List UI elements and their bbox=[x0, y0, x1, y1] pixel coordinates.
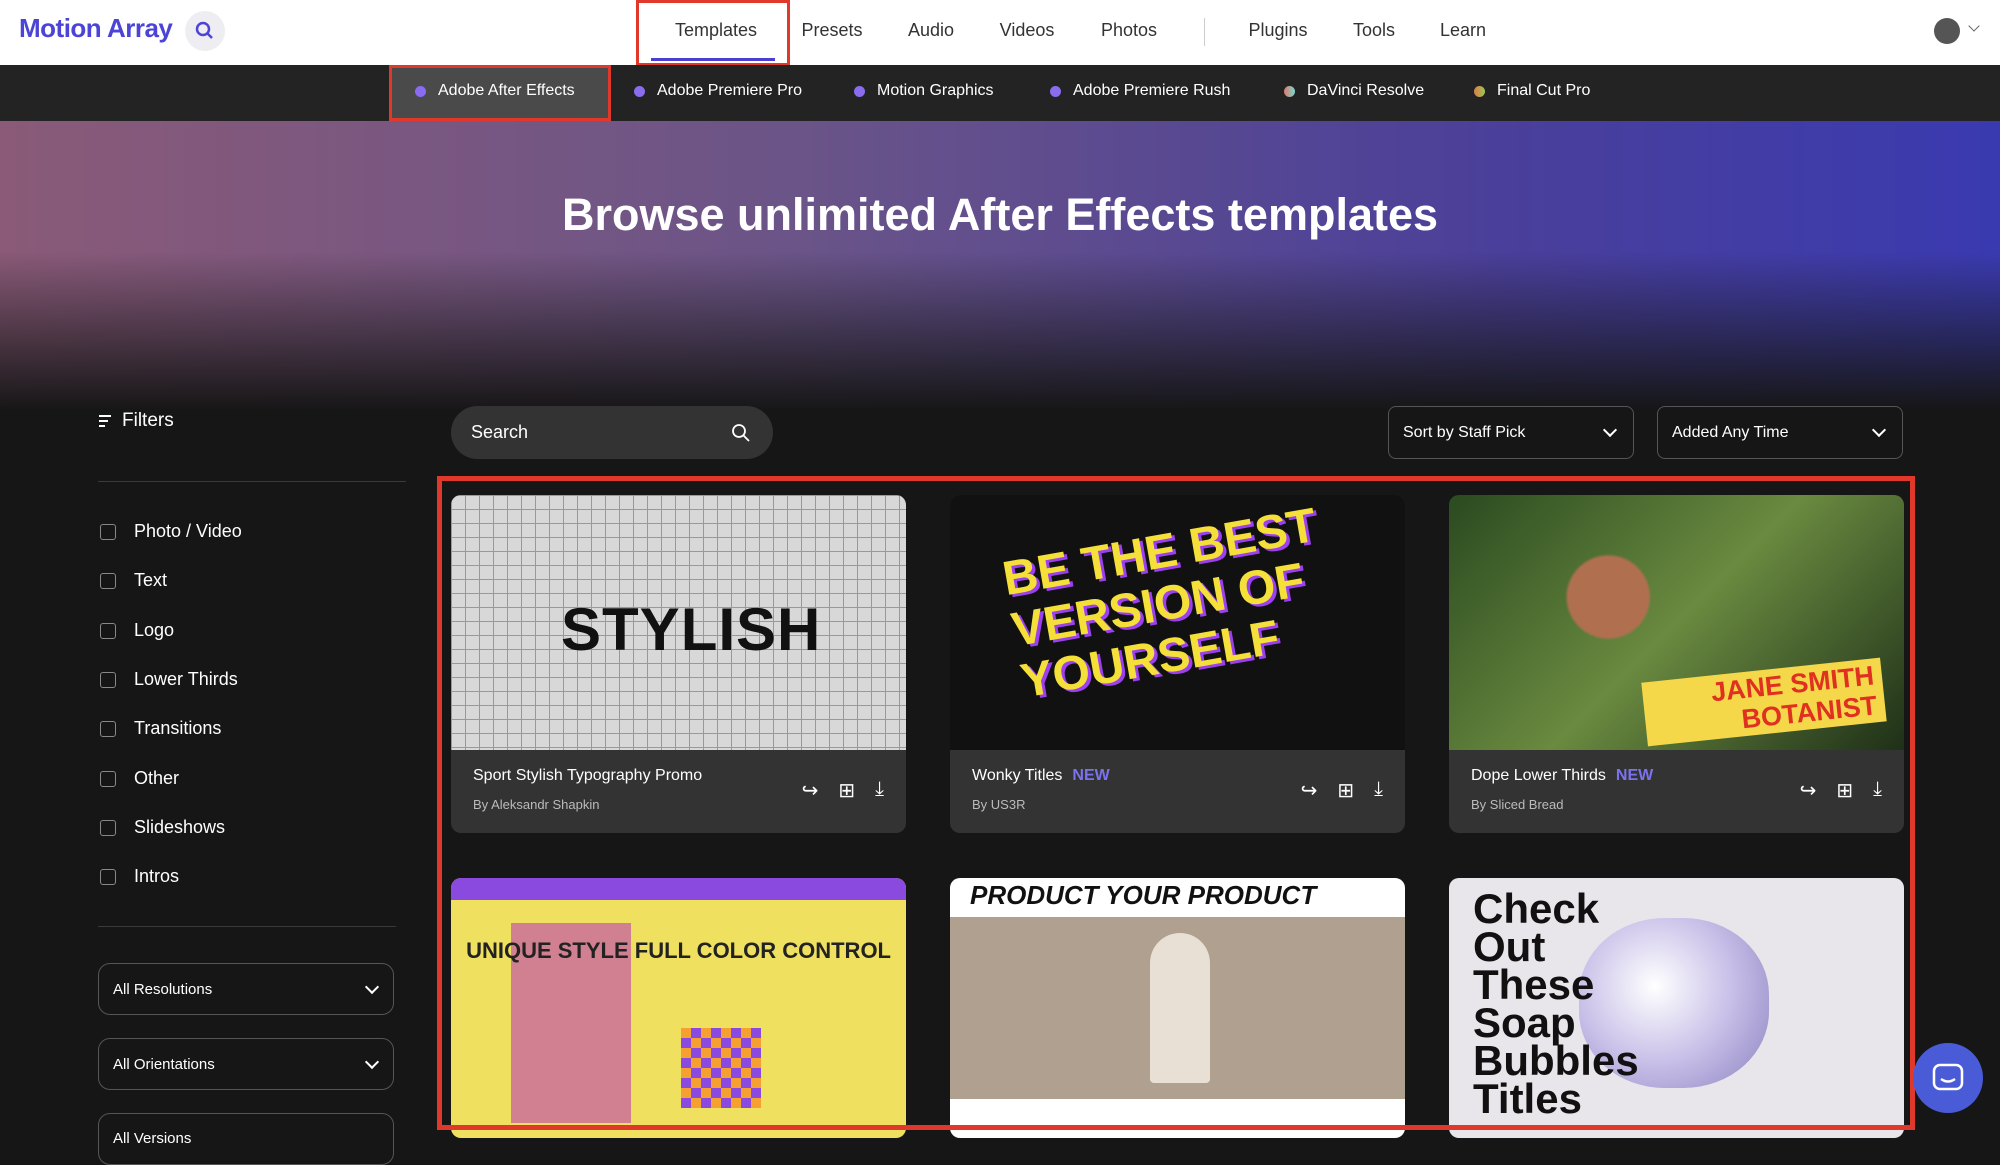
select-value: All Versions bbox=[113, 1130, 191, 1147]
subnav-label: DaVinci Resolve bbox=[1307, 82, 1424, 100]
header-search-button[interactable] bbox=[185, 11, 225, 51]
logo[interactable]: Motion Array bbox=[19, 13, 172, 44]
highlight-box bbox=[437, 476, 1915, 1130]
dot-icon bbox=[1474, 86, 1485, 97]
filter-text[interactable]: Text bbox=[100, 570, 167, 591]
chat-icon bbox=[1932, 1063, 1964, 1093]
nav-photos[interactable]: Photos bbox=[1101, 20, 1157, 41]
subnav-after-effects[interactable]: Adobe After Effects bbox=[415, 82, 575, 100]
nav-tools[interactable]: Tools bbox=[1353, 20, 1395, 41]
chevron-down-icon bbox=[365, 979, 379, 993]
nav-videos[interactable]: Videos bbox=[1000, 20, 1055, 41]
subnav-label: Adobe Premiere Rush bbox=[1073, 82, 1230, 100]
checkbox[interactable] bbox=[100, 771, 116, 787]
subnav-premiere-pro[interactable]: Adobe Premiere Pro bbox=[634, 82, 802, 100]
hero-title: Browse unlimited After Effects templates bbox=[0, 189, 2000, 241]
select-value: All Orientations bbox=[113, 1056, 215, 1073]
checkbox-label: Slideshows bbox=[134, 817, 225, 838]
orientation-select[interactable]: All Orientations bbox=[98, 1038, 394, 1090]
filter-logo[interactable]: Logo bbox=[100, 620, 174, 641]
software-subnav: Adobe After Effects Adobe Premiere Pro M… bbox=[0, 65, 2000, 121]
sort-select[interactable]: Sort by Staff Pick bbox=[1388, 406, 1634, 459]
subnav-final-cut-pro[interactable]: Final Cut Pro bbox=[1474, 82, 1590, 100]
filter-icon bbox=[98, 414, 112, 428]
dot-icon bbox=[634, 86, 645, 97]
chat-button[interactable] bbox=[1913, 1043, 1983, 1113]
nav-plugins[interactable]: Plugins bbox=[1248, 20, 1307, 41]
checkbox-label: Other bbox=[134, 768, 179, 789]
dot-icon bbox=[1284, 86, 1295, 97]
checkbox[interactable] bbox=[100, 573, 116, 589]
resolution-select[interactable]: All Resolutions bbox=[98, 963, 394, 1015]
checkbox-label: Transitions bbox=[134, 718, 221, 739]
chevron-down-icon bbox=[365, 1054, 379, 1068]
top-header: Motion Array Templates Presets Audio Vid… bbox=[0, 0, 2000, 65]
checkbox[interactable] bbox=[100, 820, 116, 836]
search-placeholder: Search bbox=[471, 422, 528, 443]
user-avatar-icon[interactable] bbox=[1934, 18, 1960, 44]
dot-icon bbox=[854, 86, 865, 97]
subnav-davinci-resolve[interactable]: DaVinci Resolve bbox=[1284, 82, 1424, 100]
select-value: Added Any Time bbox=[1672, 424, 1789, 442]
checkbox[interactable] bbox=[100, 672, 116, 688]
nav-divider bbox=[1204, 18, 1205, 46]
search-icon bbox=[185, 11, 225, 51]
filter-slideshows[interactable]: Slideshows bbox=[100, 817, 225, 838]
subnav-label: Adobe Premiere Pro bbox=[657, 82, 802, 100]
subnav-label: Final Cut Pro bbox=[1497, 82, 1590, 100]
chevron-down-icon bbox=[1872, 423, 1886, 437]
filter-lower-thirds[interactable]: Lower Thirds bbox=[100, 669, 238, 690]
nav-audio[interactable]: Audio bbox=[908, 20, 954, 41]
chevron-down-icon bbox=[1603, 423, 1617, 437]
checkbox-label: Text bbox=[134, 570, 167, 591]
filter-intros[interactable]: Intros bbox=[100, 866, 179, 887]
active-tab-underline bbox=[651, 58, 775, 61]
time-select[interactable]: Added Any Time bbox=[1657, 406, 1903, 459]
version-select[interactable]: All Versions bbox=[98, 1113, 394, 1165]
nav-presets[interactable]: Presets bbox=[801, 20, 862, 41]
checkbox-label: Photo / Video bbox=[134, 521, 242, 542]
subnav-label: Adobe After Effects bbox=[438, 82, 575, 100]
checkbox[interactable] bbox=[100, 869, 116, 885]
nav-learn[interactable]: Learn bbox=[1440, 20, 1486, 41]
subnav-label: Motion Graphics bbox=[877, 82, 994, 100]
filters-title: Filters bbox=[122, 410, 174, 432]
checkbox[interactable] bbox=[100, 721, 116, 737]
subnav-motion-graphics[interactable]: Motion Graphics bbox=[854, 82, 994, 100]
filter-other[interactable]: Other bbox=[100, 768, 179, 789]
checkbox-label: Logo bbox=[134, 620, 174, 641]
select-value: Sort by Staff Pick bbox=[1403, 424, 1525, 442]
checkbox[interactable] bbox=[100, 623, 116, 639]
search-input[interactable]: Search bbox=[451, 406, 773, 459]
divider bbox=[98, 926, 396, 927]
select-value: All Resolutions bbox=[113, 981, 212, 998]
subnav-premiere-rush[interactable]: Adobe Premiere Rush bbox=[1050, 82, 1230, 100]
search-icon[interactable] bbox=[731, 423, 751, 443]
filter-transitions[interactable]: Transitions bbox=[100, 718, 221, 739]
filters-toggle[interactable]: Filters bbox=[98, 410, 174, 432]
divider bbox=[98, 481, 406, 482]
filter-photo-video[interactable]: Photo / Video bbox=[100, 521, 242, 542]
dot-icon bbox=[1050, 86, 1061, 97]
checkbox-label: Intros bbox=[134, 866, 179, 887]
chevron-down-icon[interactable] bbox=[1968, 20, 1979, 31]
checkbox[interactable] bbox=[100, 524, 116, 540]
dot-icon bbox=[415, 86, 426, 97]
nav-templates[interactable]: Templates bbox=[675, 20, 757, 41]
hero-banner: Browse unlimited After Effects templates bbox=[0, 121, 2000, 411]
checkbox-label: Lower Thirds bbox=[134, 669, 238, 690]
